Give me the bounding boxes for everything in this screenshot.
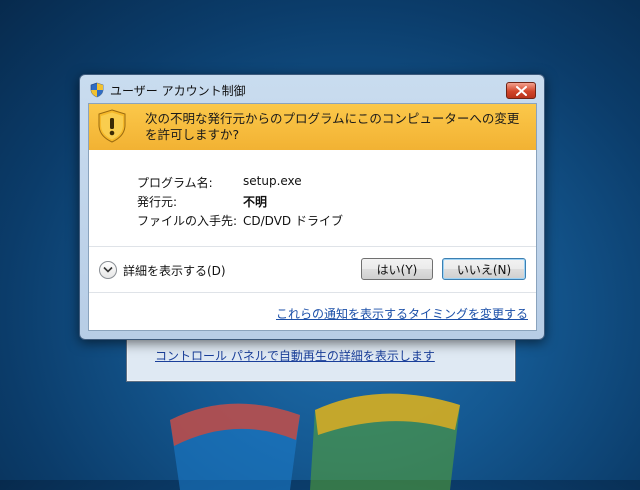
show-details-label[interactable]: 詳細を表示する(D) [123, 262, 226, 279]
close-button[interactable] [506, 82, 536, 99]
chevron-down-icon [103, 266, 113, 273]
publisher-value: 不明 [243, 195, 268, 209]
program-name-label: プログラム名: [137, 176, 213, 190]
publisher-label: 発行元: [137, 195, 178, 209]
file-source-label: ファイルの入手先: [137, 214, 238, 228]
file-source-value: CD/DVD ドライブ [243, 214, 343, 228]
warning-banner: 次の不明な発行元からのプログラムにこのコンピューターへの変更を許可しますか? [89, 104, 536, 150]
change-notification-settings-link[interactable]: これらの通知を表示するタイミングを変更する [276, 305, 528, 322]
program-name-value: setup.exe [243, 174, 302, 188]
close-icon [516, 86, 527, 96]
uac-dialog: ユーザー アカウント制御 次の不明な発行元からのプログラムにこのコンピューターへ… [79, 74, 545, 340]
consent-question: 次の不明な発行元からのプログラムにこのコンピューターへの変更を許可しますか? [145, 111, 520, 142]
dialog-content: 次の不明な発行元からのプログラムにこのコンピューターへの変更を許可しますか? プ… [88, 103, 537, 331]
yes-button[interactable]: はい(Y) [361, 258, 433, 280]
divider [89, 246, 536, 247]
warning-shield-icon [98, 109, 126, 143]
uac-shield-icon [90, 82, 104, 98]
autoplay-details-link[interactable]: コントロール パネルで自動再生の詳細を表示します [155, 347, 435, 364]
expand-chevron[interactable] [99, 261, 117, 279]
title-bar: ユーザー アカウント制御 [80, 75, 544, 103]
dialog-title: ユーザー アカウント制御 [110, 84, 246, 98]
divider [89, 292, 536, 293]
no-button[interactable]: いいえ(N) [442, 258, 526, 280]
